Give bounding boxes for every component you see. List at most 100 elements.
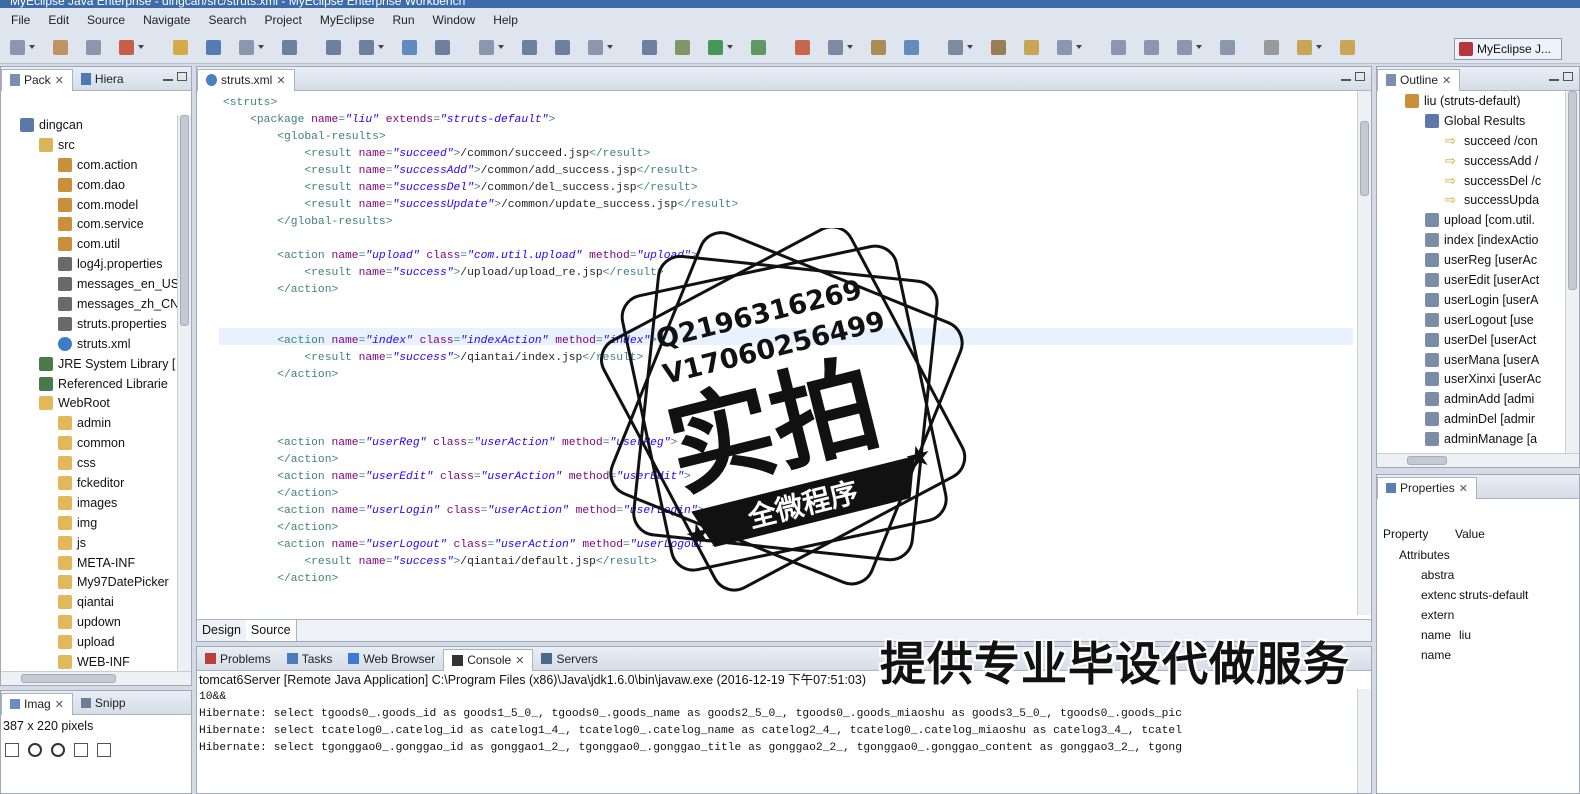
tab-snippets[interactable]: Snipp bbox=[73, 692, 134, 714]
chevron-down-icon[interactable] bbox=[378, 45, 384, 49]
chevron-down-icon[interactable] bbox=[138, 45, 144, 49]
tree-item[interactable]: fckeditor bbox=[1, 473, 177, 493]
scroll-thumb[interactable] bbox=[1407, 456, 1447, 465]
servers-icon[interactable] bbox=[282, 40, 297, 55]
new-package-icon[interactable] bbox=[642, 40, 657, 55]
close-icon[interactable]: ✕ bbox=[276, 74, 285, 87]
pin-icon[interactable] bbox=[1144, 40, 1159, 55]
tree-item[interactable]: struts.properties bbox=[1, 314, 177, 334]
outline-item[interactable]: adminManage [a bbox=[1377, 429, 1565, 449]
server-icon[interactable] bbox=[239, 40, 254, 55]
console-vscroll[interactable] bbox=[1357, 689, 1371, 793]
scroll-thumb[interactable] bbox=[1568, 91, 1577, 291]
scroll-thumb[interactable] bbox=[1360, 121, 1369, 196]
menu-project[interactable]: Project bbox=[255, 13, 310, 27]
tree-item[interactable]: updown bbox=[1, 612, 177, 632]
tree-item[interactable]: messages_en_US bbox=[1, 274, 177, 294]
refresh-icon[interactable] bbox=[751, 40, 766, 55]
close-icon[interactable]: ✕ bbox=[55, 698, 64, 711]
collapse-icon[interactable] bbox=[1220, 40, 1235, 55]
tab-struts-xml[interactable]: struts.xml ✕ bbox=[197, 68, 295, 91]
tab-hierarchy[interactable]: Hiera bbox=[73, 68, 132, 90]
menu-navigate[interactable]: Navigate bbox=[134, 13, 199, 27]
outline-item[interactable]: adminDel [admir bbox=[1377, 409, 1565, 429]
next-annotation-icon[interactable] bbox=[828, 40, 843, 55]
menu-search[interactable]: Search bbox=[199, 13, 255, 27]
mark-icon[interactable] bbox=[1111, 40, 1126, 55]
tab-console[interactable]: Console ✕ bbox=[443, 648, 534, 671]
scroll-thumb[interactable] bbox=[21, 674, 116, 683]
editor-vscroll[interactable] bbox=[1357, 91, 1371, 615]
tab-servers[interactable]: Servers bbox=[533, 648, 605, 670]
tree-item[interactable]: com.util bbox=[1, 234, 177, 254]
chevron-down-icon[interactable] bbox=[1196, 45, 1202, 49]
tree-item[interactable]: JRE System Library [ bbox=[1, 354, 177, 374]
property-row[interactable]: name bbox=[1377, 645, 1579, 665]
outline-hscroll[interactable] bbox=[1377, 453, 1579, 467]
link-icon[interactable] bbox=[795, 40, 810, 55]
menu-file[interactable]: File bbox=[2, 13, 39, 27]
chevron-down-icon[interactable] bbox=[1076, 45, 1082, 49]
minimize-icon[interactable] bbox=[1341, 78, 1351, 81]
outline-item[interactable]: ⇨ successAdd / bbox=[1377, 151, 1565, 171]
tree-item[interactable]: META-INF bbox=[1, 553, 177, 573]
search-icon[interactable] bbox=[708, 40, 723, 55]
new-class-icon[interactable] bbox=[588, 40, 603, 55]
outline-item[interactable]: upload [com.util. bbox=[1377, 210, 1565, 230]
tab-source[interactable]: Source bbox=[245, 620, 297, 641]
run-icon[interactable] bbox=[479, 40, 494, 55]
tree-item[interactable]: com.action bbox=[1, 155, 177, 175]
chevron-down-icon[interactable] bbox=[498, 45, 504, 49]
scroll-thumb[interactable] bbox=[180, 115, 189, 327]
tree-item[interactable]: com.service bbox=[1, 214, 177, 234]
outline-item[interactable]: userMana [userA bbox=[1377, 350, 1565, 370]
outline-item[interactable]: index [indexActio bbox=[1377, 230, 1565, 250]
zoom-window-icon[interactable] bbox=[97, 743, 111, 757]
close-icon[interactable]: ✕ bbox=[1459, 482, 1468, 495]
tree-item[interactable]: src bbox=[1, 135, 177, 155]
menu-window[interactable]: Window bbox=[424, 13, 485, 27]
deploy-icon[interactable] bbox=[206, 40, 221, 55]
outline-item[interactable]: Global Results bbox=[1377, 111, 1565, 131]
web-icon[interactable] bbox=[359, 40, 374, 55]
tree-item[interactable]: struts.xml bbox=[1, 334, 177, 354]
zoom-in-icon[interactable] bbox=[51, 743, 65, 757]
outline-vscroll[interactable] bbox=[1565, 91, 1579, 453]
new-icon[interactable] bbox=[10, 40, 25, 55]
nav-forward-icon[interactable] bbox=[1340, 40, 1355, 55]
tab-outline[interactable]: Outline ✕ bbox=[1377, 68, 1461, 91]
chevron-down-icon[interactable] bbox=[967, 45, 973, 49]
new-wizard-icon[interactable] bbox=[119, 40, 134, 55]
tab-properties[interactable]: Properties ✕ bbox=[1377, 476, 1477, 499]
open-type-icon[interactable] bbox=[675, 40, 690, 55]
outline-item[interactable]: liu (struts-default) bbox=[1377, 91, 1565, 111]
outline-item[interactable]: userDel [userAct bbox=[1377, 330, 1565, 350]
zoom-fit-icon[interactable] bbox=[5, 743, 19, 757]
save-all-icon[interactable] bbox=[86, 40, 101, 55]
sync-icon[interactable] bbox=[1177, 40, 1192, 55]
close-icon[interactable]: ✕ bbox=[55, 74, 64, 87]
tree-item[interactable]: img bbox=[1, 513, 177, 533]
db-icon[interactable] bbox=[402, 40, 417, 55]
property-row[interactable]: Attributes bbox=[1377, 545, 1579, 565]
nav-back-icon[interactable] bbox=[1297, 40, 1312, 55]
outline-item[interactable]: adminAdd [admi bbox=[1377, 389, 1565, 409]
outline-item[interactable]: userLogout [use bbox=[1377, 310, 1565, 330]
outline-item[interactable]: userXinxi [userAc bbox=[1377, 369, 1565, 389]
property-row[interactable]: extern bbox=[1377, 605, 1579, 625]
tree-item[interactable]: Referenced Librarie bbox=[1, 374, 177, 394]
maximize-icon[interactable] bbox=[1563, 72, 1573, 81]
console-output[interactable]: 10&& Hibernate: select tgoods0_.goods_id … bbox=[197, 689, 1357, 793]
save-icon[interactable] bbox=[53, 40, 68, 55]
tree-item[interactable]: upload bbox=[1, 632, 177, 652]
tree-item[interactable]: My97DatePicker bbox=[1, 572, 177, 592]
menu-edit[interactable]: Edit bbox=[39, 13, 78, 27]
outline-item[interactable]: ⇨ successUpda bbox=[1377, 190, 1565, 210]
tree-item[interactable]: admin bbox=[1, 413, 177, 433]
chevron-down-icon[interactable] bbox=[1316, 45, 1322, 49]
tree-item[interactable]: log4j.properties bbox=[1, 254, 177, 274]
property-row[interactable]: name liu bbox=[1377, 625, 1579, 645]
tree-item[interactable]: WEB-INF bbox=[1, 652, 177, 669]
tab-package-explorer[interactable]: Pack ✕ bbox=[1, 68, 73, 91]
tab-tasks[interactable]: Tasks bbox=[279, 648, 341, 670]
